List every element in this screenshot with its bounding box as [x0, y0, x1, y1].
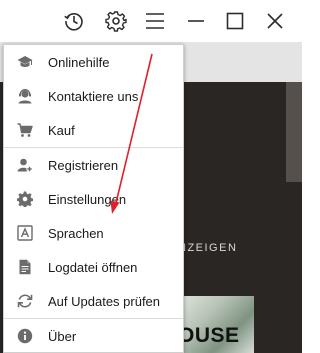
menu-item-kontakt[interactable]: Kontaktiere uns	[4, 79, 183, 113]
menu-item-label: Onlinehilfe	[48, 54, 110, 70]
close-icon	[267, 13, 283, 29]
menu-item-ueber[interactable]: Über	[4, 319, 183, 353]
close-button[interactable]	[260, 6, 290, 36]
support-person-icon	[17, 88, 33, 104]
info-icon	[17, 328, 33, 344]
menu-item-sprachen[interactable]: Sprachen	[4, 216, 183, 250]
language-icon	[17, 225, 33, 241]
menu-item-einstellungen[interactable]: Einstellungen	[4, 182, 183, 216]
menu-item-label: Einstellungen	[48, 191, 127, 207]
minimize-button[interactable]	[181, 6, 211, 36]
settings-button[interactable]	[101, 6, 131, 36]
menu-item-label: Logdatei öffnen	[48, 259, 138, 275]
history-icon	[64, 13, 83, 31]
menu-item-updates[interactable]: Auf Updates prüfen	[4, 284, 183, 318]
gear-icon	[105, 11, 127, 32]
menu-item-label: Kauf	[48, 122, 75, 138]
hamburger-icon	[146, 13, 164, 29]
gear-icon	[17, 191, 33, 207]
title-bar	[0, 0, 302, 42]
document-icon	[17, 259, 33, 275]
menu-item-kauf[interactable]: Kauf	[4, 113, 183, 147]
background-label: NZEIGEN	[178, 242, 238, 254]
cart-icon	[17, 122, 33, 138]
menu-item-label: Auf Updates prüfen	[48, 293, 161, 309]
maximize-button[interactable]	[220, 6, 250, 36]
menu-item-logdatei[interactable]: Logdatei öffnen	[4, 250, 183, 284]
menu-item-registrieren[interactable]: Registrieren	[4, 148, 183, 182]
user-add-icon	[17, 157, 33, 173]
menu-item-label: Sprachen	[48, 225, 104, 241]
hamburger-menu-button[interactable]	[140, 6, 170, 36]
maximize-icon	[226, 12, 244, 30]
menu-item-label: Kontaktiere uns	[48, 88, 139, 104]
history-button[interactable]	[59, 6, 89, 36]
main-dropdown-menu: Onlinehilfe Kontaktiere uns Kauf Registr…	[3, 44, 184, 353]
menu-item-label: Über	[48, 328, 77, 344]
menu-item-label: Registrieren	[48, 157, 119, 173]
content-scrollbar[interactable]	[286, 82, 302, 182]
graduation-cap-icon	[17, 54, 33, 70]
minimize-icon	[188, 20, 204, 22]
refresh-icon	[17, 293, 33, 309]
menu-item-onlinehilfe[interactable]: Onlinehilfe	[4, 45, 183, 79]
thumbnail-text: OUSE	[178, 324, 240, 347]
